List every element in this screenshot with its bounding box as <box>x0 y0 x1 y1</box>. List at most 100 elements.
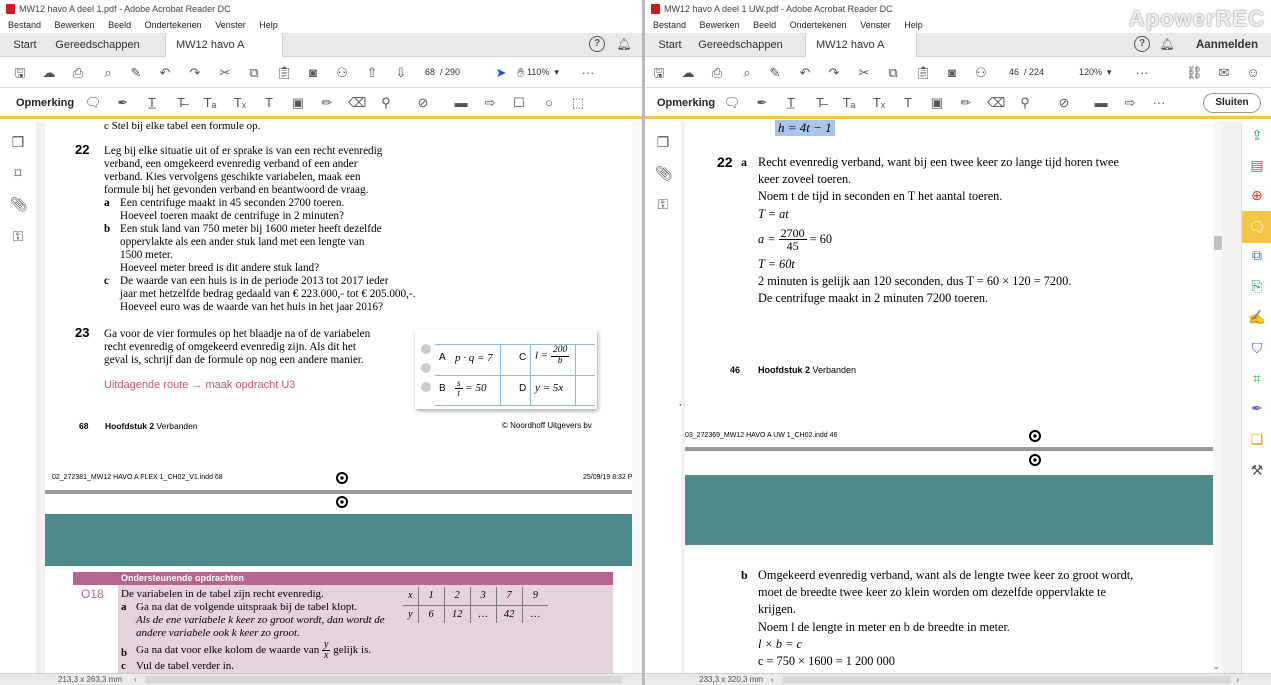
more-icon[interactable]: ··· <box>1150 95 1168 111</box>
rectangle-icon[interactable]: ☐ <box>510 95 528 111</box>
oval-icon[interactable]: ○ <box>540 95 558 111</box>
replace-text-icon[interactable]: Tₐ <box>201 95 219 111</box>
page-down-icon[interactable]: ⇩ <box>393 65 409 80</box>
print-icon[interactable]: ⎙ <box>709 65 725 80</box>
zoom-select[interactable]: 120% ▾ <box>1079 65 1112 80</box>
copy-icon[interactable]: ⧉ <box>885 65 901 80</box>
save-icon[interactable]: 🖫 <box>12 65 28 80</box>
scroll-right-icon[interactable]: › <box>1236 674 1239 685</box>
challenge-route-link[interactable]: Uitdagende route → maak opdracht U3 <box>104 379 295 391</box>
redo-icon[interactable]: ↷ <box>187 65 203 80</box>
insert-text-icon[interactable]: Tₓ <box>231 95 249 111</box>
combine-files-icon[interactable]: ⧉ <box>1248 246 1266 264</box>
zoom-search-icon[interactable]: ⌕ <box>100 65 116 80</box>
help-icon[interactable]: ? <box>589 36 605 52</box>
export-pdf-icon[interactable]: ⇪ <box>1248 126 1266 144</box>
save-icon[interactable]: 🖫 <box>651 65 667 80</box>
mail-icon[interactable]: ✉ <box>1216 65 1232 80</box>
paste-icon[interactable]: 📋︎ <box>276 65 293 80</box>
pages-thumbnails-icon[interactable]: ❐ <box>655 134 671 150</box>
help-icon[interactable]: ? <box>1134 36 1150 52</box>
sticky-note-icon[interactable]: 🗨︎ <box>723 95 741 111</box>
line-icon[interactable]: ▬ <box>1092 95 1110 111</box>
vertical-scrollbar[interactable] <box>632 122 642 673</box>
document-viewport[interactable]: h = 4t − 1 22 a Recht evenredig verband,… <box>681 120 1241 685</box>
menu-bewerken[interactable]: Bewerken <box>55 20 95 30</box>
attach-icon[interactable]: ⊘ <box>1055 95 1073 111</box>
snapshot-icon[interactable]: ◙ <box>944 65 960 80</box>
menu-bewerken[interactable]: Bewerken <box>700 20 740 30</box>
attachments-icon[interactable]: 📎︎ <box>655 165 673 181</box>
attachments-icon[interactable]: 📎︎ <box>10 196 28 212</box>
zoom-select[interactable]: 110% ▾ <box>527 65 559 80</box>
link-icon[interactable]: ⛓ <box>1186 65 1203 80</box>
bell-icon[interactable]: 🔔︎ <box>1159 36 1175 52</box>
cut-icon[interactable]: ✂ <box>217 65 233 80</box>
paste-icon[interactable]: 📋︎ <box>915 65 932 80</box>
menu-ondertekenen[interactable]: Ondertekenen <box>790 20 847 30</box>
tab-tools[interactable]: Gereedschappen <box>693 33 788 57</box>
menu-help[interactable]: Help <box>904 20 923 30</box>
page-number-field[interactable]: 46 / 224 <box>1009 65 1044 80</box>
cut-icon[interactable]: ✂ <box>856 65 872 80</box>
menu-bestand[interactable]: Bestand <box>8 20 41 30</box>
draw-pencil-icon[interactable]: ✏ <box>318 95 336 111</box>
arrow-icon[interactable]: ⇨ <box>1121 95 1139 111</box>
close-comment-button[interactable]: Sluiten <box>1203 93 1261 113</box>
add-text-icon[interactable]: T <box>899 95 917 111</box>
page-up-icon[interactable]: ⇧ <box>364 65 380 80</box>
more-tools-icon[interactable]: ⚒ <box>1248 461 1266 479</box>
protect-icon[interactable]: ⛉ <box>1248 339 1266 357</box>
highlight-pen-icon[interactable]: ✒ <box>114 95 132 111</box>
tab-start[interactable]: Start <box>6 33 44 57</box>
sticky-note-icon[interactable]: 🗨︎ <box>84 95 102 111</box>
eraser-icon[interactable]: ⌫ <box>987 95 1005 111</box>
redo-icon[interactable]: ↷ <box>826 65 842 80</box>
tab-document[interactable]: MW12 havo A deel... <box>805 33 917 75</box>
select-cursor-icon[interactable]: ➤ <box>493 65 509 80</box>
accessibility-icon[interactable]: ⚿ <box>655 196 671 212</box>
find-icon[interactable]: ⚇ <box>334 65 350 80</box>
scroll-down-icon[interactable]: ⌄ <box>1213 662 1220 671</box>
underline-text-icon[interactable]: T̲ <box>782 95 800 111</box>
add-text-icon[interactable]: T <box>260 95 278 111</box>
attach-icon[interactable]: ⊘ <box>414 95 432 111</box>
menu-bestand[interactable]: Bestand <box>653 20 686 30</box>
document-viewport[interactable]: c Stel bij elke tabel een formule op. 22… <box>36 120 642 685</box>
line-icon[interactable]: ▬ <box>452 95 470 111</box>
edit-pdf-icon[interactable]: ⎘ <box>1248 277 1266 295</box>
zoom-search-icon[interactable]: ⌕ <box>739 65 755 80</box>
replace-text-icon[interactable]: Tₐ <box>840 95 858 111</box>
menu-beeld[interactable]: Beeld <box>753 20 776 30</box>
upload-cloud-icon[interactable]: ☁ <box>41 65 57 80</box>
insert-text-icon[interactable]: Tₓ <box>870 95 888 111</box>
strikethrough-text-icon[interactable]: T̶ <box>172 95 190 111</box>
print-icon[interactable]: ⎙ <box>70 65 86 80</box>
tab-document[interactable]: MW12 havo A deel...✕ <box>165 33 283 75</box>
scroll-left-icon[interactable]: ‹ <box>771 674 774 685</box>
horizontal-scrollbar[interactable] <box>145 676 622 683</box>
find-icon[interactable]: ⚇ <box>973 65 989 80</box>
undo-icon[interactable]: ↶ <box>797 65 813 80</box>
more-icon[interactable]: ··· <box>580 65 596 80</box>
stamp-icon[interactable]: ⚲ <box>1016 95 1034 111</box>
comment-tool-active[interactable]: 🗨︎ <box>1242 211 1271 243</box>
tab-tools[interactable]: Gereedschappen <box>50 33 145 57</box>
menu-ondertekenen[interactable]: Ondertekenen <box>145 20 202 30</box>
sign-pen-icon[interactable]: ✒ <box>1248 399 1266 417</box>
pages-thumbnails-icon[interactable]: ❐ <box>10 134 26 150</box>
menu-venster[interactable]: Venster <box>215 20 246 30</box>
page-number-field[interactable]: 68 / 290 <box>425 65 460 80</box>
eraser-icon[interactable]: ⌫ <box>348 95 366 111</box>
share-user-icon[interactable]: ☺ <box>1245 65 1261 80</box>
bell-icon[interactable]: 🔔︎ <box>616 36 632 52</box>
stamp-icon[interactable]: ⚲ <box>377 95 395 111</box>
text-box-icon[interactable]: ▣ <box>928 95 946 111</box>
draw-pencil-icon[interactable]: ✏ <box>957 95 975 111</box>
organize-pages-icon[interactable]: ▤ <box>1248 156 1266 174</box>
menu-help[interactable]: Help <box>259 20 278 30</box>
copy-icon[interactable]: ⧉ <box>246 65 262 80</box>
upload-cloud-icon[interactable]: ☁ <box>680 65 696 80</box>
create-pdf-icon[interactable]: ⊕ <box>1248 186 1266 204</box>
bookmark-icon[interactable]: ⌑ <box>10 165 26 181</box>
